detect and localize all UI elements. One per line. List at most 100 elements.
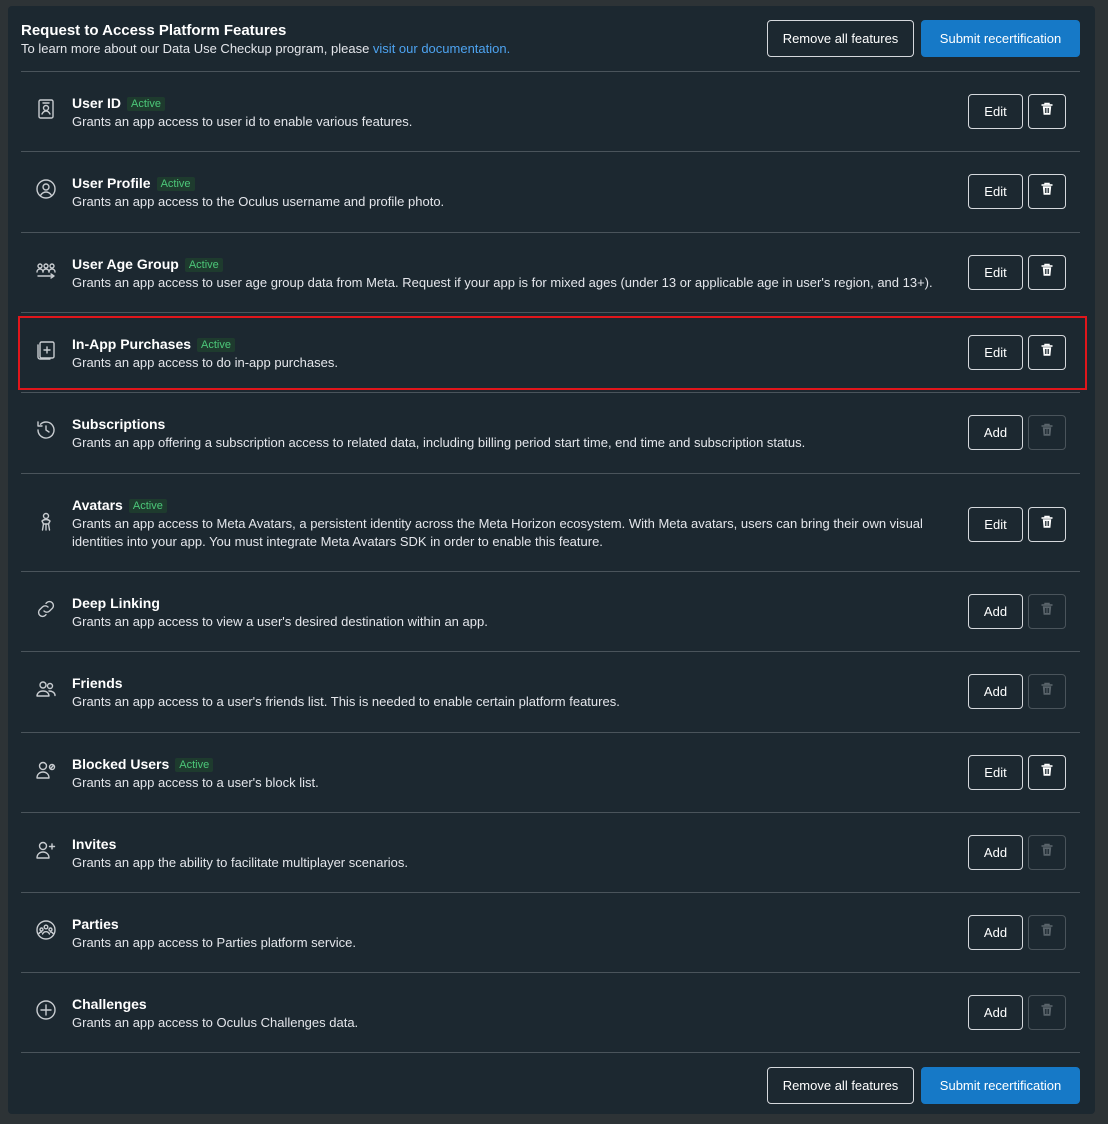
feature-title: User Profile bbox=[72, 175, 151, 191]
edit-button[interactable]: Edit bbox=[968, 255, 1023, 290]
feature-description: Grants an app access to view a user's de… bbox=[72, 614, 488, 629]
edit-button[interactable]: Edit bbox=[968, 335, 1023, 370]
subtitle-text: To learn more about our Data Use Checkup… bbox=[21, 41, 373, 56]
history-icon bbox=[32, 416, 60, 444]
feature-name: Challenges bbox=[72, 996, 147, 1012]
active-badge: Active bbox=[127, 97, 165, 111]
add-button[interactable]: Add bbox=[968, 415, 1023, 450]
trash-icon bbox=[1040, 515, 1054, 534]
active-badge: Active bbox=[197, 338, 235, 352]
page-subtitle: To learn more about our Data Use Checkup… bbox=[21, 41, 510, 56]
feature-description: Grants an app access to user id to enabl… bbox=[72, 114, 413, 129]
delete-button[interactable] bbox=[1028, 507, 1066, 542]
add-button[interactable]: Add bbox=[968, 594, 1023, 629]
edit-button[interactable]: Edit bbox=[968, 507, 1023, 542]
feature-name: Friends bbox=[72, 675, 123, 691]
feature-title: Friends bbox=[72, 675, 123, 691]
group-arrows-icon bbox=[32, 256, 60, 284]
feature-description: Grants an app access to the Oculus usern… bbox=[72, 194, 445, 209]
feature-title: Challenges bbox=[72, 996, 147, 1012]
active-badge: Active bbox=[184, 258, 223, 272]
feature-name: In-App Purchases Active bbox=[72, 336, 235, 352]
trash-icon bbox=[1040, 423, 1054, 442]
trash-icon bbox=[1040, 1003, 1054, 1022]
feature-name: Parties bbox=[72, 916, 119, 932]
feature-description: Grants an app access to do in-app purcha… bbox=[72, 355, 338, 370]
feature-row-invites: Invites Grants an app the ability to fac… bbox=[21, 813, 1080, 893]
feature-description: Grants an app access to Meta Avatars, a … bbox=[72, 516, 923, 549]
trash-icon bbox=[1040, 763, 1054, 782]
remove-all-features-button-bottom[interactable]: Remove all features bbox=[767, 1067, 914, 1104]
feature-title: Invites bbox=[72, 836, 117, 852]
user-blocked-icon bbox=[32, 756, 60, 784]
edit-button[interactable]: Edit bbox=[968, 94, 1023, 129]
add-button[interactable]: Add bbox=[968, 915, 1023, 950]
platform-features-panel: Request to Access Platform Features To l… bbox=[8, 6, 1095, 1114]
submit-recertification-button-bottom[interactable]: Submit recertification bbox=[921, 1067, 1080, 1104]
feature-name: User Profile Active bbox=[72, 175, 195, 191]
delete-button bbox=[1028, 915, 1066, 950]
feature-row-user-age-group: User Age Group Active Grants an app acces… bbox=[21, 233, 1080, 313]
delete-button[interactable] bbox=[1028, 755, 1066, 790]
active-badge: Active bbox=[128, 499, 167, 513]
trash-icon bbox=[1040, 182, 1054, 201]
add-button[interactable]: Add bbox=[968, 674, 1023, 709]
delete-button bbox=[1028, 674, 1066, 709]
edit-button[interactable]: Edit bbox=[968, 755, 1023, 790]
feature-description: Grants an app access to Oculus Challenge… bbox=[72, 1015, 359, 1030]
feature-row-friends: Friends Grants an app access to a user's… bbox=[21, 652, 1080, 733]
delete-button[interactable] bbox=[1028, 255, 1066, 290]
delete-button bbox=[1028, 415, 1066, 450]
feature-name: User Age Group Active bbox=[72, 256, 223, 272]
feature-row-user-profile: User Profile Active Grants an app access … bbox=[21, 152, 1080, 233]
feature-name: Subscriptions bbox=[72, 416, 165, 432]
trash-icon bbox=[1040, 263, 1054, 282]
feature-row-in-app-purchases: In-App Purchases Active Grants an app acc… bbox=[21, 313, 1080, 393]
remove-all-features-button-top[interactable]: Remove all features bbox=[767, 20, 914, 57]
user-plus-icon bbox=[32, 836, 60, 864]
trash-icon bbox=[1040, 343, 1054, 362]
feature-name: Avatars Active bbox=[72, 497, 167, 513]
plus-circle-icon bbox=[32, 996, 60, 1024]
feature-row-blocked-users: Blocked Users Active Grants an app access… bbox=[21, 733, 1080, 813]
feature-description: Grants an app offering a subscription ac… bbox=[72, 435, 806, 450]
documentation-link[interactable]: visit our documentation. bbox=[373, 41, 510, 56]
trash-icon bbox=[1040, 843, 1054, 862]
delete-button bbox=[1028, 995, 1066, 1030]
feature-name: User ID Active bbox=[72, 95, 165, 111]
feature-row-subscriptions: Subscriptions Grants an app offering a s… bbox=[21, 393, 1080, 474]
feature-row-challenges: Challenges Grants an app access to Oculu… bbox=[21, 973, 1080, 1053]
feature-title: User ID bbox=[72, 95, 122, 111]
add-button[interactable]: Add bbox=[968, 995, 1023, 1030]
page-title: Request to Access Platform Features bbox=[21, 22, 287, 39]
trash-icon bbox=[1040, 682, 1054, 701]
trash-icon bbox=[1040, 602, 1054, 621]
user-circle-icon bbox=[32, 175, 60, 203]
delete-button[interactable] bbox=[1028, 335, 1066, 370]
feature-title: Blocked Users bbox=[72, 756, 170, 772]
active-badge: Active bbox=[156, 177, 195, 191]
divider bbox=[21, 1052, 1080, 1053]
friends-icon bbox=[32, 675, 60, 703]
feature-row-user-id: User ID Active Grants an app access to us… bbox=[21, 72, 1080, 152]
feature-description: Grants an app the ability to facilitate … bbox=[72, 855, 409, 870]
feature-row-avatars: Avatars Active Grants an app access to Me… bbox=[21, 474, 1080, 572]
submit-recertification-button-top[interactable]: Submit recertification bbox=[921, 20, 1080, 57]
feature-name: Invites bbox=[72, 836, 116, 852]
id-card-icon bbox=[32, 95, 60, 123]
feature-description: Grants an app access to a user's block l… bbox=[72, 775, 319, 790]
feature-name: Blocked Users Active bbox=[72, 756, 214, 772]
delete-button bbox=[1028, 594, 1066, 629]
feature-title: Parties bbox=[72, 916, 119, 932]
delete-button bbox=[1028, 835, 1066, 870]
delete-button[interactable] bbox=[1028, 94, 1066, 129]
party-icon bbox=[32, 916, 60, 944]
trash-icon bbox=[1040, 102, 1054, 121]
delete-button[interactable] bbox=[1028, 174, 1066, 209]
feature-title: Avatars bbox=[72, 497, 123, 513]
feature-name: Deep Linking bbox=[72, 595, 160, 611]
feature-title: Subscriptions bbox=[72, 416, 166, 432]
add-button[interactable]: Add bbox=[968, 835, 1023, 870]
feature-description: Grants an app access to Parties platform… bbox=[72, 935, 356, 950]
edit-button[interactable]: Edit bbox=[968, 174, 1023, 209]
